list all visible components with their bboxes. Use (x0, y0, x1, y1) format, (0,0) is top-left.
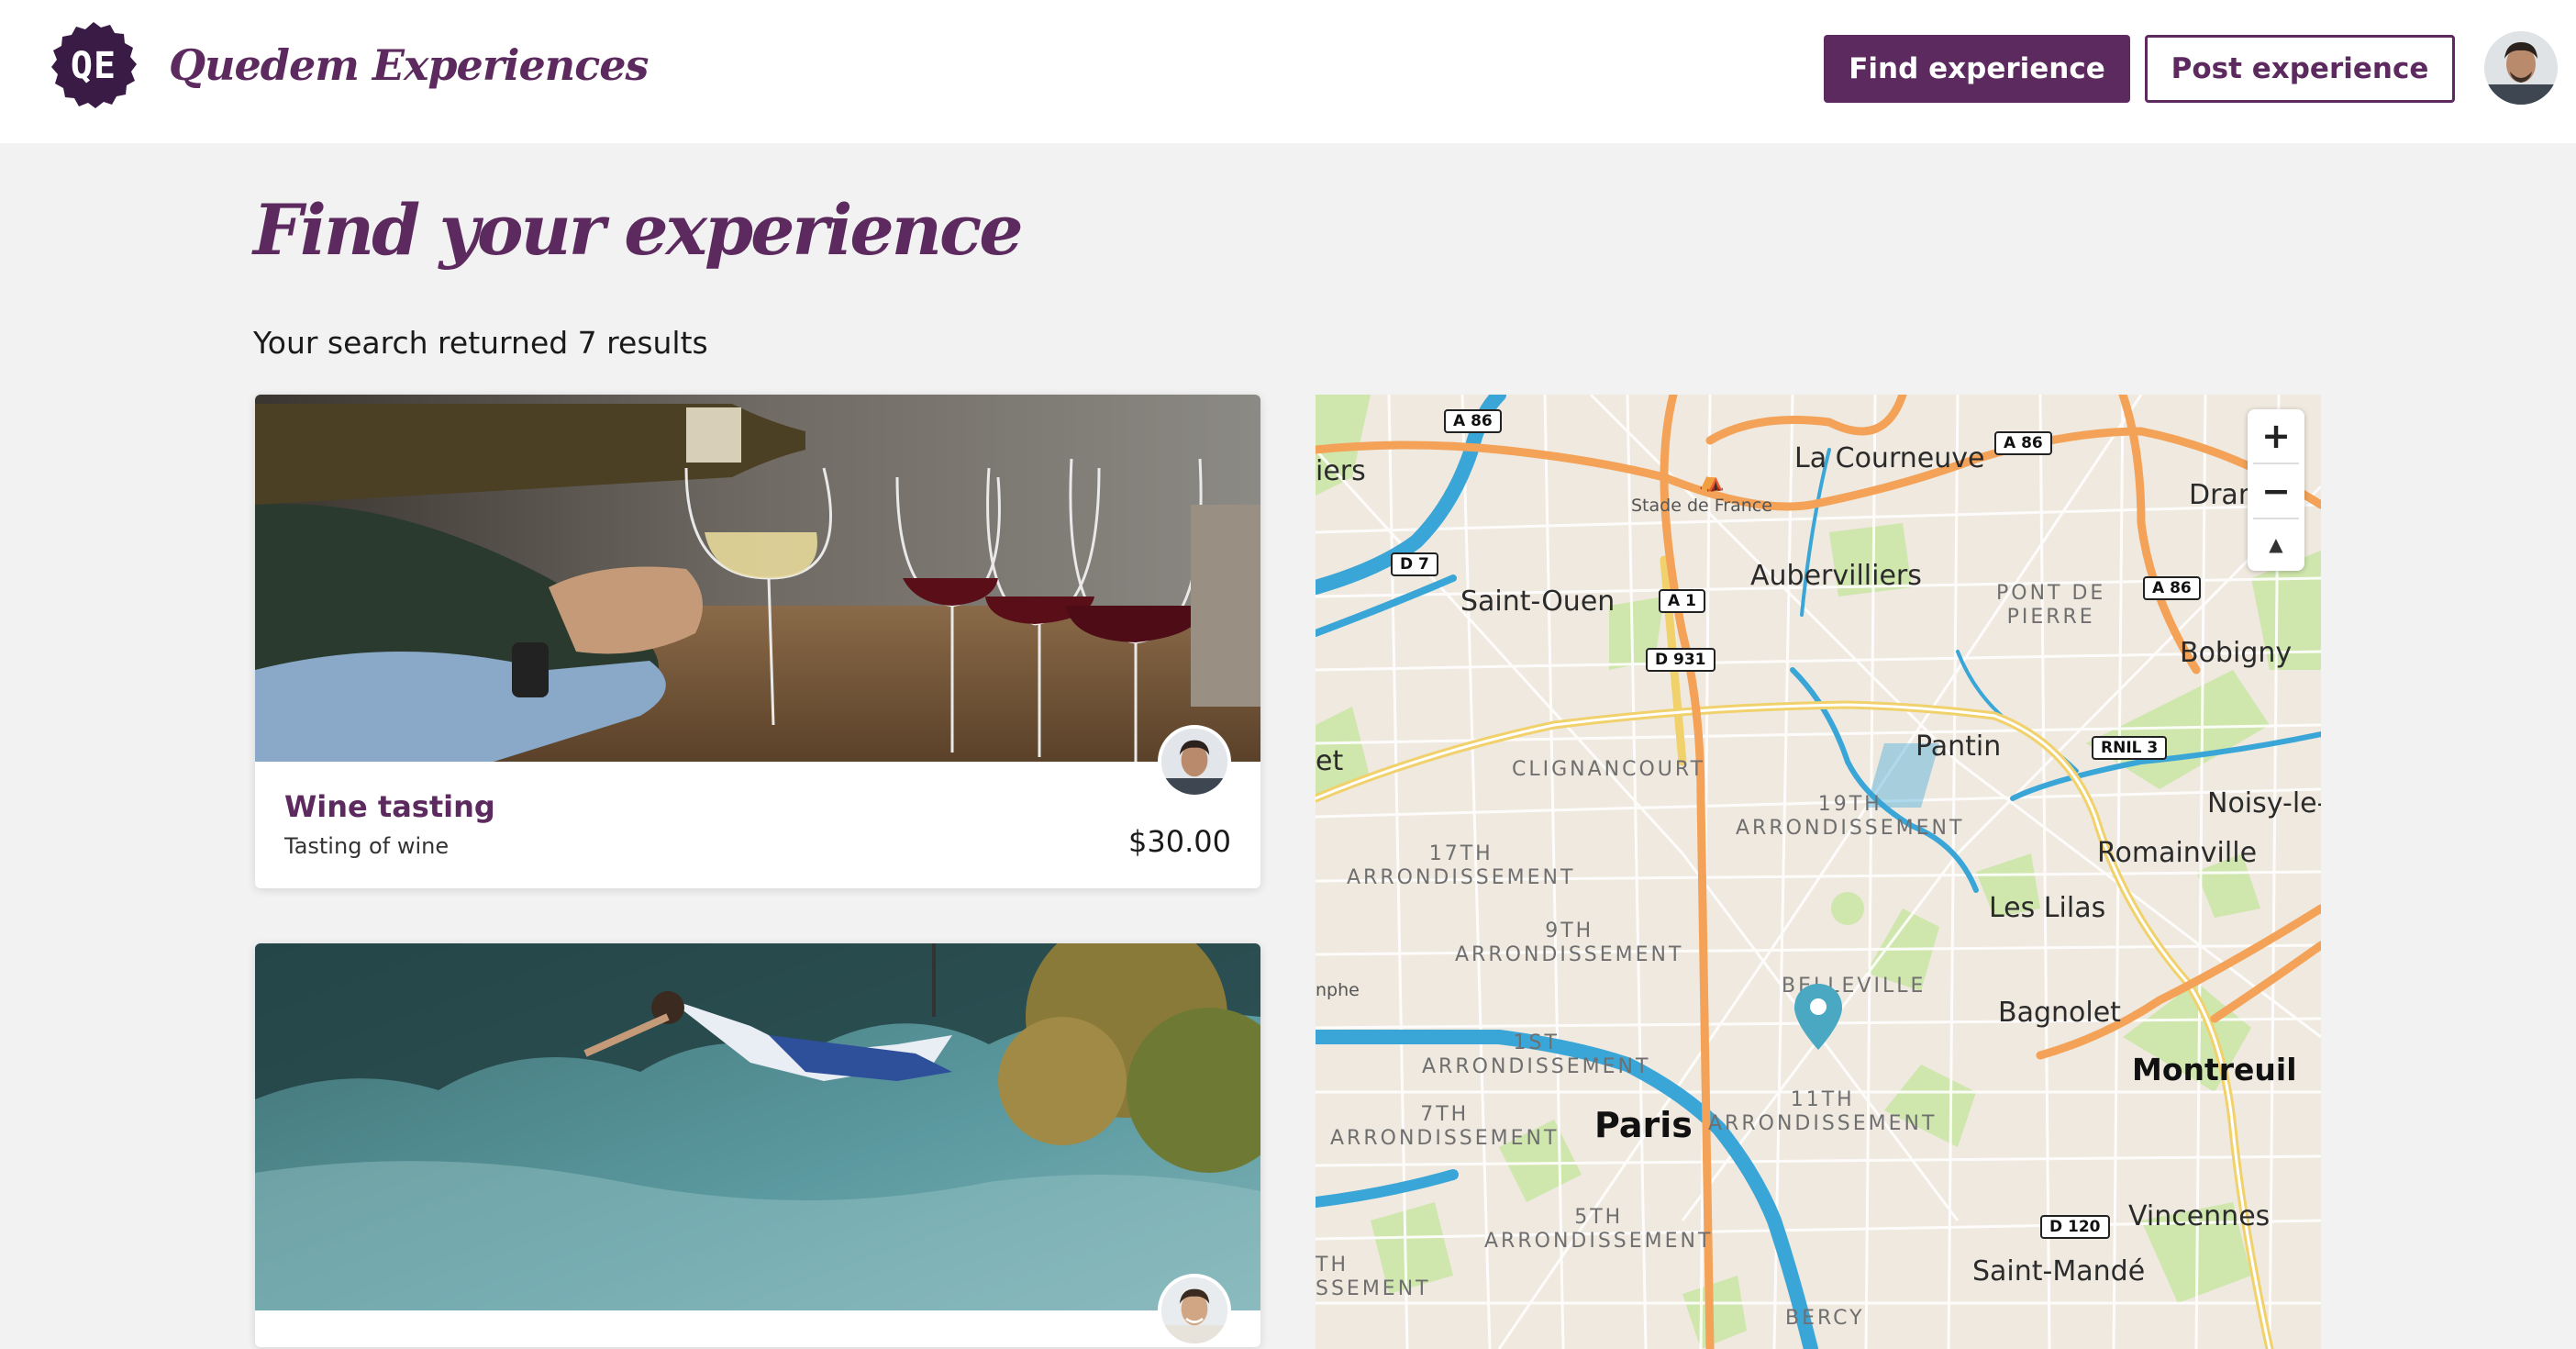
map-label-bercy: BERCY (1785, 1307, 1865, 1330)
map-label-1st: 1ST ARRONDISSEMENT (1422, 1031, 1651, 1078)
page-title: Find your experience (253, 189, 1024, 271)
bungee-jump-image (255, 943, 1260, 1310)
experience-card[interactable] (255, 943, 1260, 1347)
map-label-romainville: Romainville (2097, 837, 2258, 869)
map-label-vincennes: Vincennes (2128, 1200, 2271, 1232)
find-experience-button[interactable]: Find experience (1824, 35, 2130, 103)
map-label-pont-de-pierre: PONT DE PIERRE (1996, 582, 2106, 629)
location-pin[interactable] (1793, 982, 1844, 1056)
map-label-9th: 9TH ARRONDISSEMENT (1455, 920, 1684, 966)
road-badge: A 86 (1444, 409, 1502, 433)
map-label-bobigny: Bobigny (2180, 637, 2293, 669)
map-label-5th: 5TH ARRONDISSEMENT (1484, 1206, 1714, 1253)
result-count: Your search returned 7 results (253, 325, 708, 361)
map-label-la-courneuve: La Courneuve (1794, 442, 1985, 474)
experience-card[interactable]: Wine tasting Tasting of wine $30.00 (255, 395, 1260, 888)
map-label-noisy: Noisy-le- (2207, 787, 2321, 819)
map-label-clignancourt: CLIGNANCOURT (1512, 758, 1706, 781)
brand-name[interactable]: Quedem Experiences (169, 40, 649, 90)
map-label-stade: Stade de France (1631, 496, 1772, 516)
wine-tasting-image (255, 395, 1260, 762)
map-label-saint-ouen: Saint-Ouen (1460, 585, 1616, 618)
logo[interactable]: QE (48, 20, 139, 112)
map-label-th-ssement: TH SSEMENT (1316, 1254, 1431, 1300)
card-subtitle: Tasting of wine (284, 833, 450, 859)
map-label-drancy: Dran (2189, 479, 2256, 511)
road-badge: RNIL 3 (2092, 736, 2168, 760)
stadium-icon: ⛺ (1699, 470, 1725, 493)
map-label-montreuil: Montreuil (2132, 1052, 2297, 1087)
card-title[interactable]: Wine tasting (284, 789, 495, 824)
map-label-et: et (1316, 745, 1344, 777)
compass-icon: ▲ (2269, 533, 2283, 555)
map-view[interactable]: ⛺ La Courneuve Stade de France Saint-Oue… (1316, 395, 2321, 1349)
zoom-out-button[interactable]: − (2248, 464, 2304, 518)
zoom-in-button[interactable]: + (2248, 409, 2304, 463)
road-badge: A 86 (1994, 431, 2052, 455)
host-photo-icon (1161, 1277, 1227, 1343)
logo-text: QE (70, 45, 117, 87)
map-label-saint-mande: Saint-Mandé (1972, 1255, 2146, 1288)
host-avatar[interactable] (1158, 1274, 1231, 1347)
road-badge: D 7 (1391, 552, 1438, 576)
map-label-les-lilas: Les Lilas (1989, 892, 2106, 924)
map-label-aubervilliers: Aubervilliers (1750, 560, 1922, 592)
map-label-pantin: Pantin (1915, 730, 2002, 763)
post-experience-button[interactable]: Post experience (2145, 35, 2455, 103)
map-label-7th: 7TH ARRONDISSEMENT (1330, 1103, 1560, 1150)
map-label-paris: Paris (1594, 1105, 1693, 1145)
map-label-bagnolet: Bagnolet (1998, 997, 2121, 1029)
compass-button[interactable]: ▲ (2248, 518, 2304, 571)
avatar-photo-icon (2484, 31, 2558, 105)
plus-icon: + (2261, 416, 2291, 456)
road-badge: D 120 (2040, 1215, 2110, 1239)
map-label-11th: 11TH ARRONDISSEMENT (1708, 1088, 1938, 1135)
host-photo-icon (1161, 729, 1227, 795)
minus-icon: − (2261, 471, 2291, 511)
map-label-17th: 17TH ARRONDISSEMENT (1347, 842, 1576, 889)
road-badge: A 1 (1659, 589, 1705, 613)
map-label-nphe: nphe (1316, 980, 1360, 1000)
road-badge: A 86 (2143, 576, 2201, 600)
map-label-19th: 19TH ARRONDISSEMENT (1736, 793, 1965, 840)
card-price: $30.00 (1128, 824, 1231, 859)
top-navbar: QE Quedem Experiences Find experience Po… (0, 0, 2576, 143)
map-label-iers: iers (1316, 455, 1366, 487)
host-avatar[interactable] (1158, 725, 1231, 798)
map-pin-icon (1794, 984, 1842, 1050)
user-avatar[interactable] (2484, 31, 2558, 105)
road-badge: D 931 (1646, 648, 1715, 672)
map-controls: + − ▲ (2248, 409, 2304, 571)
